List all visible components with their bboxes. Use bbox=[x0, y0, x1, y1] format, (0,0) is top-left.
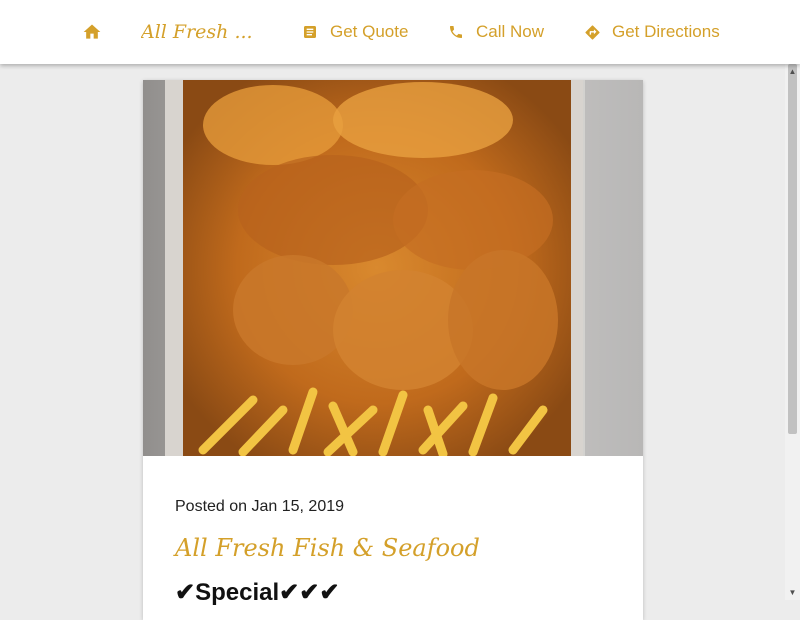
get-directions-button[interactable]: Get Directions bbox=[582, 0, 720, 64]
phone-icon bbox=[446, 22, 466, 42]
post-date: Posted on Jan 15, 2019 bbox=[175, 498, 345, 515]
post-body-text: ✔Special✔✔✔ bbox=[175, 579, 340, 606]
home-button[interactable] bbox=[82, 0, 112, 64]
post-image bbox=[143, 80, 643, 456]
post-card: Posted on Jan 15, 2019 All Fresh Fish & … bbox=[143, 80, 643, 620]
get-quote-button[interactable]: Get Quote bbox=[300, 0, 408, 64]
get-directions-label: Get Directions bbox=[612, 22, 720, 41]
directions-icon bbox=[582, 22, 602, 42]
scrollbar-thumb[interactable] bbox=[788, 64, 797, 434]
top-navigation-bar: All Fresh ... Get Quote Call Now Get Dir… bbox=[0, 0, 800, 64]
brand-link[interactable]: All Fresh ... bbox=[141, 0, 261, 64]
scroll-down-arrow[interactable]: ▼ bbox=[785, 585, 800, 600]
get-quote-label: Get Quote bbox=[330, 22, 409, 41]
post-title[interactable]: All Fresh Fish & Seafood bbox=[175, 534, 480, 562]
document-icon bbox=[300, 22, 320, 42]
call-now-button[interactable]: Call Now bbox=[446, 0, 544, 64]
call-now-label: Call Now bbox=[476, 22, 545, 41]
scroll-up-arrow[interactable]: ▲ bbox=[785, 64, 800, 79]
home-icon bbox=[82, 22, 102, 42]
